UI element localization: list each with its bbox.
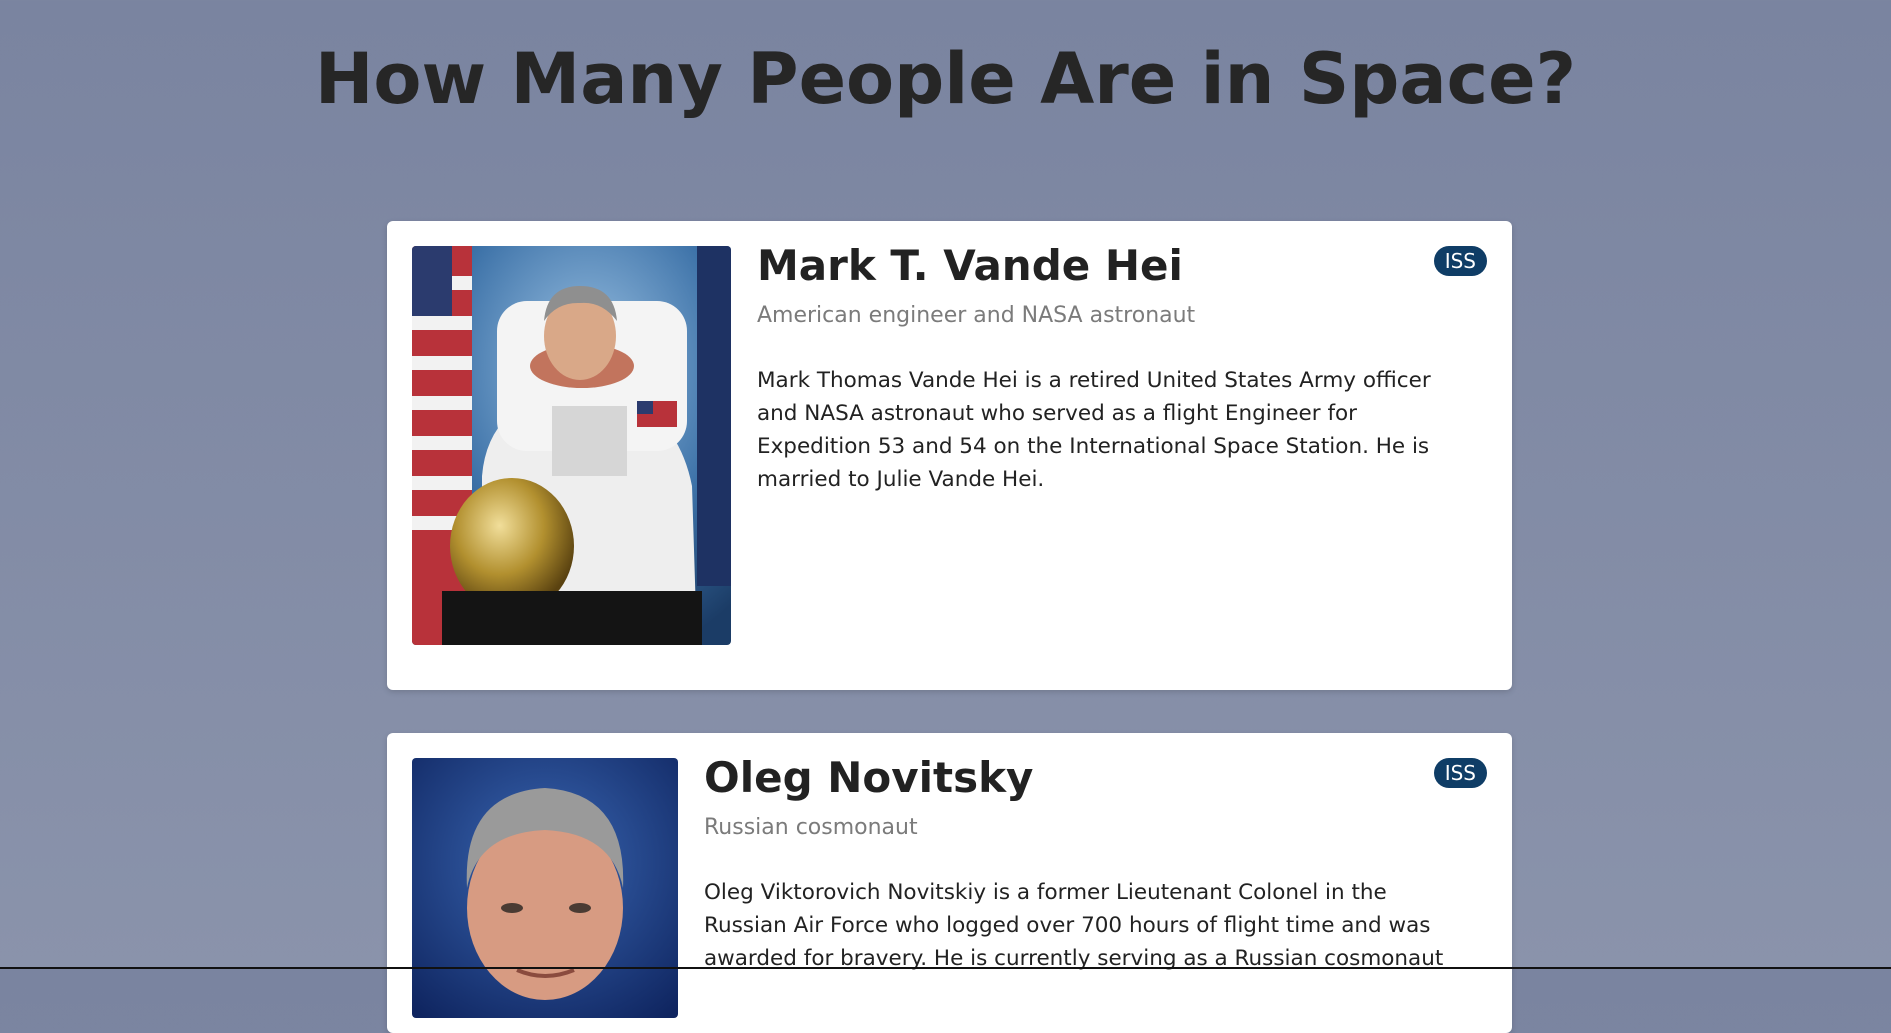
page-title: How Many People Are in Space? [314, 38, 1577, 120]
astronaut-card: Mark T. Vande Hei American engineer and … [387, 221, 1512, 690]
astronaut-bio: Mark Thomas Vande Hei is a retired Unite… [757, 368, 1431, 493]
astronaut-bio: Oleg Viktorovich Novitskiy is a former L… [704, 880, 1444, 972]
astronaut-photo [412, 758, 678, 1018]
astronaut-name: Oleg Novitsky [704, 753, 1034, 802]
astronaut-info: Oleg Novitsky Russian cosmonaut Oleg Vik… [704, 753, 1487, 975]
astronaut-card: Oleg Novitsky Russian cosmonaut Oleg Vik… [387, 733, 1512, 1033]
astronaut-role: American engineer and NASA astronaut [757, 303, 1196, 329]
astronaut-photo [412, 246, 731, 645]
craft-badge: ISS [1433, 246, 1487, 276]
astronaut-name: Mark T. Vande Hei [757, 241, 1183, 290]
astronaut-role: Russian cosmonaut [704, 815, 918, 841]
astronaut-info: Mark T. Vande Hei American engineer and … [757, 241, 1487, 496]
craft-badge: ISS [1433, 758, 1487, 788]
